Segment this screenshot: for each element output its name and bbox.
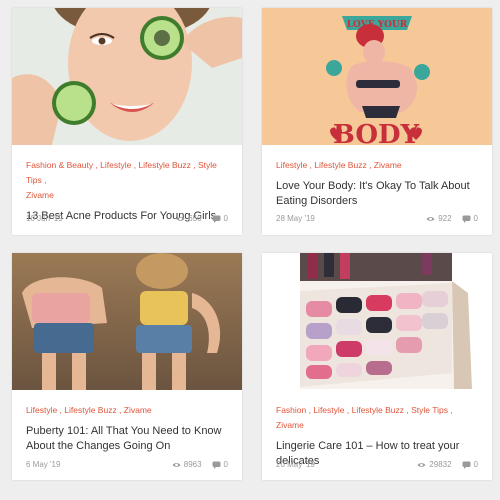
eye-icon (176, 216, 185, 221)
comment-icon (212, 461, 221, 469)
lingerie-drawer-image[interactable] (262, 253, 492, 390)
article-date: 10 Jun '19 (26, 214, 63, 223)
comments-count: 0 (462, 214, 478, 223)
eye-icon (172, 462, 181, 467)
views-count: 650 (176, 214, 202, 223)
comments-count: 0 (462, 460, 478, 469)
eye-icon (426, 216, 435, 221)
article-categories[interactable]: Fashion , Lifestyle , Lifestyle Buzz , S… (276, 403, 478, 433)
article-title[interactable]: Love Your Body: It's Okay To Talk About … (276, 179, 478, 208)
article-categories[interactable]: Fashion & Beauty , Lifestyle , Lifestyle… (26, 158, 228, 203)
article-categories[interactable]: Lifestyle , Lifestyle Buzz , Zivame (276, 158, 478, 173)
article-categories[interactable]: Lifestyle , Lifestyle Buzz , Zivame (26, 403, 228, 418)
comments-count: 0 (212, 214, 228, 223)
article-date: 6 May '19 (26, 460, 61, 469)
comment-icon (462, 215, 471, 223)
comment-icon (462, 461, 471, 469)
article-title[interactable]: Puberty 101: All That You Need to Know A… (26, 424, 228, 453)
comment-icon (212, 215, 221, 223)
article-card[interactable]: Fashion , Lifestyle , Lifestyle Buzz , S… (262, 253, 492, 480)
comments-count: 0 (212, 460, 228, 469)
article-date: 20 May '19 (276, 460, 315, 469)
article-date: 28 May '19 (276, 214, 315, 223)
article-card[interactable]: LOVE YOUR BODY Lifestyle , Lifestyle Buz… (262, 8, 492, 235)
views-count: 29832 (417, 460, 452, 469)
eye-icon (417, 462, 426, 467)
face-with-cucumbers-image[interactable] (12, 8, 242, 145)
body-positive-illustration[interactable]: LOVE YOUR BODY (262, 8, 492, 145)
image-text-bottom: BODY (333, 120, 420, 145)
article-card[interactable]: Fashion & Beauty , Lifestyle , Lifestyle… (12, 8, 242, 235)
article-card[interactable]: Lifestyle , Lifestyle Buzz , Zivame Pube… (12, 253, 242, 480)
views-count: 8963 (172, 460, 202, 469)
views-count: 922 (426, 214, 452, 223)
friends-piggyback-image[interactable] (12, 253, 242, 390)
